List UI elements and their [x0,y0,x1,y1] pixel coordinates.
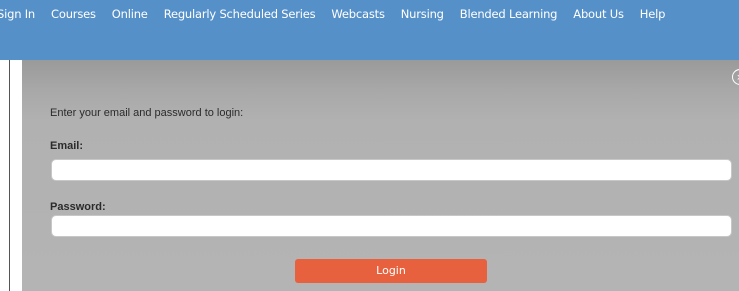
nav-item-about-us[interactable]: About Us [573,0,624,28]
nav-item-courses[interactable]: Courses [51,0,96,28]
left-gutter [0,60,9,291]
login-instructions: Enter your email and password to login: [50,107,244,119]
login-button[interactable]: Login [295,259,487,283]
password-label: Password: [50,201,106,213]
nav-item-nursing[interactable]: Nursing [401,0,444,28]
top-navigation-bar: Sign In Courses Online Regularly Schedul… [0,0,739,60]
nav-item-sign-in[interactable]: Sign In [0,0,35,28]
email-label: Email: [50,140,84,152]
nav-item-blended-learning[interactable]: Blended Learning [460,0,558,28]
nav-item-regularly-scheduled-series[interactable]: Regularly Scheduled Series [164,0,316,28]
page: Sign In Courses Online Regularly Schedul… [0,0,739,291]
nav-item-help[interactable]: Help [640,0,666,28]
password-field[interactable] [51,215,732,237]
main-nav: Sign In Courses Online Regularly Schedul… [0,0,681,28]
left-margin [10,60,22,291]
login-modal: × Enter your email and password to login… [22,60,739,291]
nav-item-webcasts[interactable]: Webcasts [331,0,385,28]
close-circle-icon[interactable]: × [732,69,739,85]
email-field[interactable] [51,159,732,181]
nav-item-online[interactable]: Online [112,0,148,28]
